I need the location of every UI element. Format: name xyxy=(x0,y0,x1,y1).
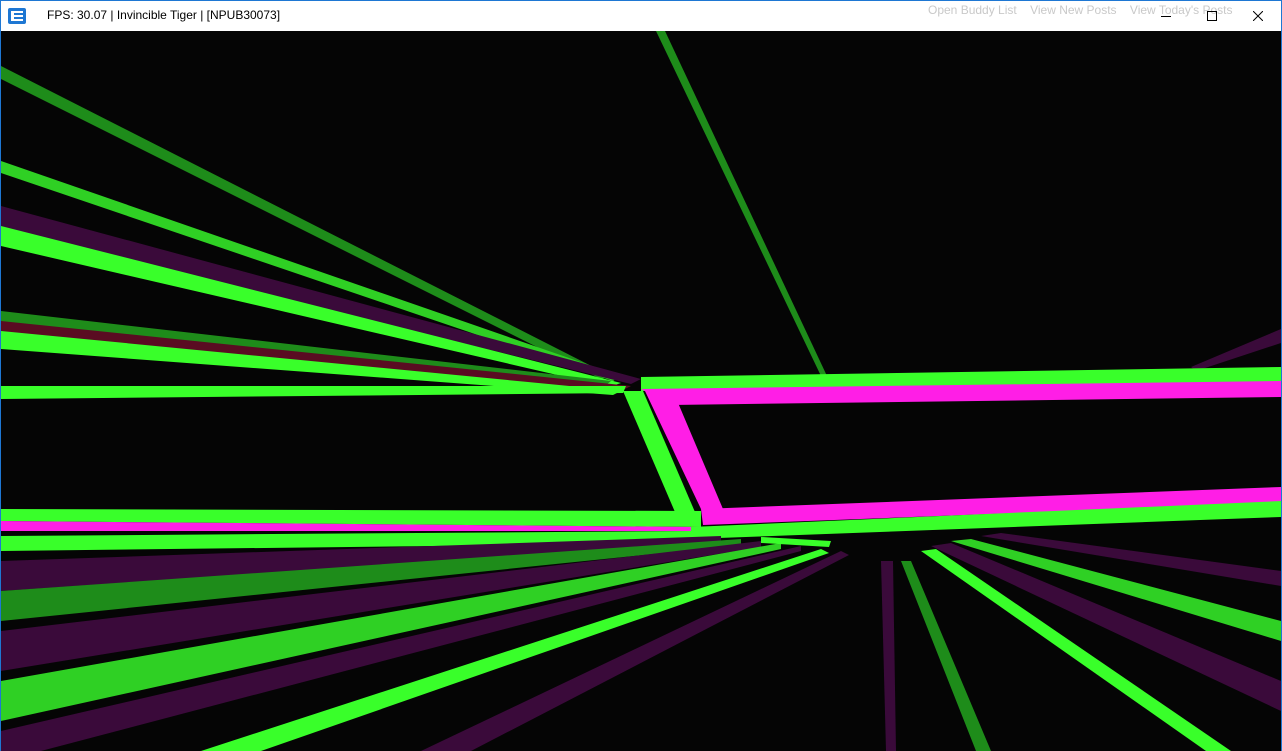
emulator-app-icon[interactable] xyxy=(8,8,26,24)
minimize-button[interactable] xyxy=(1143,1,1189,31)
maximize-button[interactable] xyxy=(1189,1,1235,31)
minimize-icon xyxy=(1161,16,1171,17)
game-render-scene xyxy=(1,31,1281,751)
close-button[interactable] xyxy=(1235,1,1281,31)
title-bar[interactable]: FPS: 30.07 | Invincible Tiger | [NPUB300… xyxy=(1,1,1281,31)
window-title: FPS: 30.07 | Invincible Tiger | [NPUB300… xyxy=(47,8,281,22)
view-new-posts-link: View New Posts xyxy=(1030,3,1117,17)
open-buddy-list-link: Open Buddy List xyxy=(928,3,1017,17)
emulator-window: FPS: 30.07 | Invincible Tiger | [NPUB300… xyxy=(0,0,1282,751)
game-viewport[interactable] xyxy=(1,31,1281,751)
close-icon xyxy=(1253,11,1263,21)
maximize-icon xyxy=(1207,11,1217,21)
